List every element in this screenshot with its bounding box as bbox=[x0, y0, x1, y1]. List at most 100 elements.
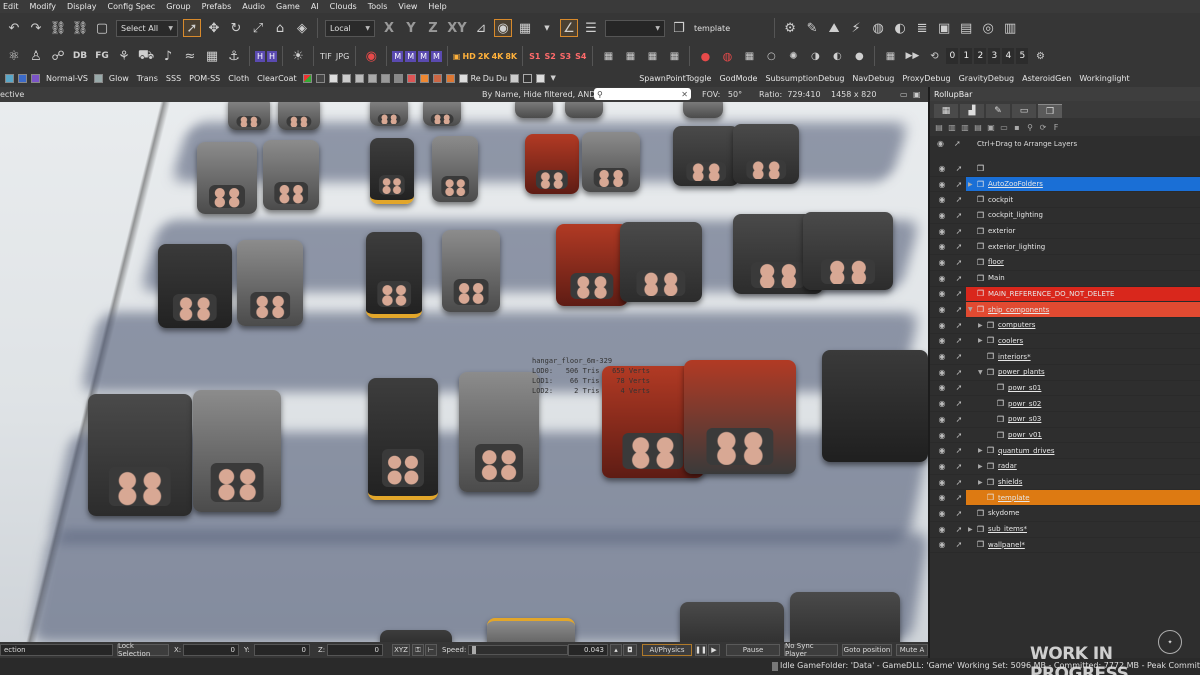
folder-icon[interactable]: ▭ bbox=[999, 122, 1009, 132]
coord-system-dropdown[interactable]: Local ▼ bbox=[325, 19, 375, 37]
eye-icon[interactable]: ◉ bbox=[937, 399, 947, 409]
grey-toggle-icon[interactable] bbox=[341, 73, 351, 83]
ship-component-model[interactable] bbox=[366, 232, 422, 318]
character-icon[interactable]: ♙ bbox=[27, 47, 45, 65]
asteroidgen-button[interactable]: AsteroidGen bbox=[1022, 74, 1071, 83]
save-icon[interactable]: ▪ bbox=[1012, 122, 1022, 132]
axis-x-button[interactable]: X bbox=[380, 19, 398, 37]
glow-toggle[interactable]: Glow bbox=[109, 74, 129, 83]
axis-xy-button[interactable]: XY bbox=[446, 19, 468, 37]
script-icon[interactable]: ▥ bbox=[1001, 19, 1019, 37]
duplicate-layer-icon[interactable]: ▤ bbox=[973, 122, 983, 132]
pause-button[interactable]: Pause bbox=[726, 644, 780, 656]
workinglight-button[interactable]: Workinglight bbox=[1079, 74, 1129, 83]
eye-icon[interactable]: ◉ bbox=[937, 461, 947, 471]
s4-button[interactable]: S4 bbox=[574, 51, 587, 62]
layer-cell[interactable]: ❒ Main bbox=[966, 271, 1200, 286]
ship-component-model[interactable] bbox=[525, 134, 579, 194]
layer-name[interactable]: skydome bbox=[988, 509, 1019, 517]
waves-icon[interactable]: ≈ bbox=[181, 47, 199, 65]
ship-component-model[interactable] bbox=[680, 602, 784, 642]
pom-ss-toggle[interactable]: POM-SS bbox=[189, 74, 220, 83]
speed-2-button[interactable]: 2 bbox=[974, 48, 987, 64]
eye-icon[interactable]: ◉ bbox=[937, 210, 947, 220]
layer-name[interactable]: MAIN_REFERENCE_DO_NOT_DELETE bbox=[988, 290, 1114, 298]
swatch-icon[interactable] bbox=[18, 73, 27, 83]
circle-icon[interactable]: ○ bbox=[762, 47, 780, 65]
pointer-icon[interactable]: ➚ bbox=[954, 430, 964, 440]
layer-cell[interactable]: ▶ ❒ AutoZooFolders bbox=[966, 176, 1200, 192]
expand-arrow-icon[interactable]: ▼ bbox=[978, 369, 986, 376]
s3-button[interactable]: S3 bbox=[559, 51, 572, 62]
light-toggle-icon[interactable] bbox=[458, 73, 468, 83]
red-toggle-icon[interactable] bbox=[406, 73, 416, 83]
ship-component-model[interactable] bbox=[380, 630, 452, 642]
lock-selection-button[interactable]: Lock Selection bbox=[117, 642, 169, 658]
layer-cell[interactable]: ▶ ❒ coolers bbox=[966, 334, 1200, 349]
pointer-icon[interactable]: ➚ bbox=[954, 163, 964, 173]
navdebug-button[interactable]: NavDebug bbox=[852, 74, 894, 83]
layer-name[interactable]: coolers bbox=[998, 337, 1023, 345]
tif-button[interactable]: TIF bbox=[320, 52, 332, 61]
camera-icon[interactable]: ◘ bbox=[623, 644, 637, 656]
layer-name[interactable]: floor bbox=[988, 258, 1004, 266]
reload-icon[interactable]: ⟲ bbox=[925, 47, 943, 65]
layer-name[interactable]: exterior bbox=[988, 227, 1015, 235]
layer-cell[interactable]: ❒ powr_s03 bbox=[966, 412, 1200, 427]
ship-component-model[interactable] bbox=[487, 618, 575, 642]
layer-cell[interactable]: ▶ ❒ sub_items* bbox=[966, 522, 1200, 537]
expand-arrow-icon[interactable]: ▶ bbox=[978, 337, 986, 344]
red-dot-icon[interactable]: ● bbox=[696, 47, 714, 65]
z-coordinate-field[interactable]: 0 bbox=[327, 644, 383, 656]
subsumptiondebug-button[interactable]: SubsumptionDebug bbox=[765, 74, 844, 83]
layer-name[interactable]: powr_s02 bbox=[1008, 400, 1041, 408]
swatch-icon[interactable] bbox=[93, 73, 103, 83]
vehicle-icon[interactable]: ⛟ bbox=[137, 47, 155, 65]
delete-layer-icon[interactable]: ▥ bbox=[960, 122, 970, 132]
clearcoat-toggle[interactable]: ClearCoat bbox=[257, 74, 296, 83]
ship-component-model[interactable] bbox=[432, 136, 478, 202]
mannequin-icon[interactable]: ◎ bbox=[979, 19, 997, 37]
normal-vs-toggle[interactable]: Normal-VS bbox=[46, 74, 88, 83]
layer-row[interactable]: ◉ ➚ ▶ ❒ AutoZooFolders bbox=[930, 176, 1200, 193]
ship-component-model[interactable] bbox=[278, 102, 320, 130]
layer-cell[interactable]: ❒ cockpit_lighting bbox=[966, 208, 1200, 223]
menu-tools[interactable]: Tools bbox=[368, 2, 388, 11]
ship-component-model[interactable] bbox=[803, 212, 893, 290]
expand-arrow-icon[interactable]: ▼ bbox=[968, 306, 976, 313]
palette-icon[interactable]: ⚙ bbox=[781, 19, 799, 37]
menu-display[interactable]: Display bbox=[67, 2, 97, 11]
box-toggle-icon[interactable] bbox=[315, 73, 325, 83]
new-layer-icon[interactable]: ▤ bbox=[934, 122, 944, 132]
layer-cell[interactable]: ❒ skydome bbox=[966, 506, 1200, 521]
re-toggle[interactable]: Re bbox=[471, 74, 481, 83]
layer-row[interactable]: ◉ ➚ ▶ ❒ radar bbox=[930, 459, 1200, 475]
refresh-icon[interactable]: ⟳ bbox=[1038, 122, 1048, 132]
record-icon[interactable]: ◉ bbox=[362, 47, 380, 65]
half-circle-icon[interactable]: ◑ bbox=[806, 47, 824, 65]
calendar-icon-2[interactable]: ▦ bbox=[621, 47, 639, 65]
tab-objects[interactable]: ▦ bbox=[934, 104, 958, 118]
ship-component-model[interactable] bbox=[582, 132, 640, 192]
layer-name[interactable]: AutoZooFolders bbox=[988, 180, 1043, 188]
list-icon[interactable]: ≣ bbox=[913, 19, 931, 37]
ui-editor-icon[interactable]: ▤ bbox=[957, 19, 975, 37]
expand-arrow-icon[interactable]: ▶ bbox=[978, 322, 986, 329]
eye-icon[interactable]: ◉ bbox=[937, 367, 947, 377]
fast-forward-icon[interactable]: ▶▶ bbox=[903, 47, 921, 65]
no-sync-player-button[interactable]: No Sync Player bbox=[784, 642, 838, 658]
du-toggle-1[interactable]: Du bbox=[483, 74, 494, 83]
layer-dropdown[interactable]: ▼ bbox=[605, 19, 665, 37]
eye-icon[interactable]: ◉ bbox=[937, 289, 947, 299]
pointer-icon[interactable]: ➚ bbox=[954, 257, 964, 267]
ship-component-model[interactable] bbox=[515, 102, 553, 118]
angle-snap-icon[interactable]: ∠ bbox=[560, 19, 578, 37]
fg-icon[interactable]: FG bbox=[93, 47, 111, 65]
ship-component-model[interactable] bbox=[790, 592, 900, 642]
layer-cell[interactable]: ❒ template bbox=[966, 490, 1200, 506]
ship-component-model[interactable] bbox=[197, 142, 257, 214]
speed-slider[interactable] bbox=[468, 645, 568, 655]
goto-position-button[interactable]: Goto position bbox=[842, 644, 892, 656]
menu-prefabs[interactable]: Prefabs bbox=[202, 2, 232, 11]
layer-cell[interactable]: ▼ ❒ ship_components bbox=[966, 302, 1200, 317]
